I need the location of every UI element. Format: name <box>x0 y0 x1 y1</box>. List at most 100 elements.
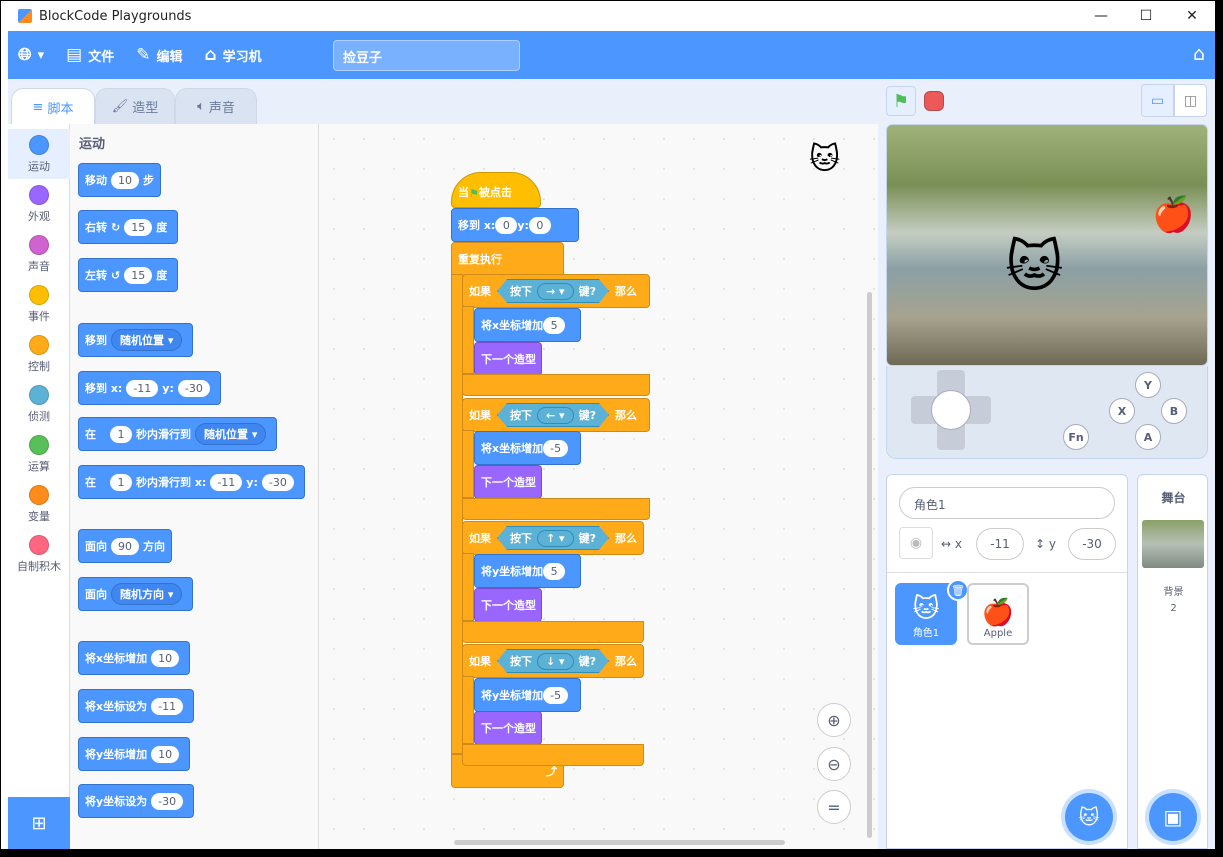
maximize-button[interactable]: ☐ <box>1123 1 1169 31</box>
key-dropdown[interactable]: → ▾ <box>537 283 574 300</box>
sprite-card-apple[interactable]: 🍎 Apple <box>967 583 1029 645</box>
gamepad-a-button[interactable]: A <box>1135 424 1161 450</box>
tab-code[interactable]: ≡ 脚本 <box>11 88 95 125</box>
block-input[interactable]: 15 <box>124 218 153 236</box>
minimize-button[interactable]: — <box>1078 1 1124 31</box>
block-if[interactable]: 如果 按下 ← ▾ 键? 那么 <box>462 398 650 432</box>
key-dropdown[interactable]: ← ▾ <box>537 407 574 424</box>
category-myblocks[interactable]: 自制积木 <box>8 529 70 579</box>
file-menu[interactable]: ▤ 文件 <box>66 45 114 65</box>
add-backdrop-button[interactable]: ▣ <box>1149 793 1197 841</box>
sprite-y-input[interactable]: -30 <box>1068 528 1116 560</box>
zoom-in-button[interactable]: ⊕ <box>817 703 851 737</box>
block-next-costume[interactable]: 下一个造型 <box>474 342 542 376</box>
hat-when-flag-clicked[interactable]: 当 ⚑ 被点击 <box>451 172 541 208</box>
key-pressed-sensor[interactable]: 按下 ↑ ▾ 键? <box>497 526 609 550</box>
key-pressed-sensor[interactable]: 按下 ↓ ▾ 键? <box>497 649 609 673</box>
category-sound[interactable]: 声音 <box>8 229 70 279</box>
block-input[interactable]: -30 <box>151 792 184 810</box>
large-stage-button[interactable]: ◫ <box>1174 84 1207 117</box>
stop-button[interactable] <box>924 91 944 111</box>
zoom-reset-button[interactable]: = <box>817 790 851 824</box>
block-point-direction[interactable]: 面向 90 方向 <box>78 529 172 563</box>
gamepad-fn-button[interactable]: Fn <box>1063 424 1089 450</box>
learn-menu[interactable]: ⌂ 学习机 <box>204 45 261 65</box>
block-input[interactable]: -5 <box>543 439 569 457</box>
zoom-out-button[interactable]: ⊖ <box>817 747 851 781</box>
edit-menu[interactable]: ✎ 编辑 <box>136 45 182 65</box>
block-input[interactable]: 5 <box>543 316 566 334</box>
gamepad-y-button[interactable]: Y <box>1135 372 1161 398</box>
block-change-y[interactable]: 将y坐标增加 10 <box>78 737 191 771</box>
block-input[interactable]: 1 <box>110 473 132 491</box>
block-input[interactable]: 0 <box>495 216 518 234</box>
block-if[interactable]: 如果 按下 → ▾ 键? 那么 <box>462 274 650 308</box>
block-change-x[interactable]: 将x坐标增加 10 <box>78 641 191 675</box>
workspace-vertical-scrollbar[interactable] <box>867 292 872 838</box>
category-operators[interactable]: 运算 <box>8 429 70 479</box>
add-extension-button[interactable]: ⊞ <box>8 797 70 849</box>
visibility-toggle[interactable]: ◉ <box>899 527 933 559</box>
block-input[interactable]: 10 <box>111 171 139 189</box>
tab-costumes[interactable]: 🖌︎ 造型 <box>95 88 175 124</box>
block-dropdown[interactable]: 随机方向 ▾ <box>111 583 183 605</box>
block-turn-right[interactable]: 右转 ↻ 15 度 <box>78 210 179 244</box>
block-glide[interactable]: 在 1 秒内滑行到 随机位置 ▾ <box>78 417 278 451</box>
block-goto-xy[interactable]: 移到 x: -11 y: -30 <box>78 371 221 405</box>
key-dropdown[interactable]: ↑ ▾ <box>537 530 574 547</box>
block-input[interactable]: -30 <box>261 473 294 491</box>
category-control[interactable]: 控制 <box>8 329 70 379</box>
block-input[interactable]: -30 <box>177 379 210 397</box>
block-if[interactable]: 如果 按下 ↑ ▾ 键? 那么 <box>462 521 644 555</box>
block-set-y[interactable]: 将y坐标设为 -30 <box>78 784 195 818</box>
block-dropdown[interactable]: 随机位置 ▾ <box>111 329 183 351</box>
block-input[interactable]: 1 <box>110 425 132 443</box>
block-input[interactable]: -5 <box>543 686 569 704</box>
stage-canvas[interactable]: 🍎 🐱 <box>886 124 1208 366</box>
sprite-card-cat[interactable]: 🐱 角色1 🗑︎ <box>895 579 969 645</box>
category-variables[interactable]: 变量 <box>8 479 70 529</box>
joystick[interactable] <box>931 390 971 430</box>
block-change-y[interactable]: 将y坐标增加 -5 <box>474 678 581 712</box>
block-if[interactable]: 如果 按下 ↓ ▾ 键? 那么 <box>462 644 644 678</box>
sprite-name-input[interactable]: 角色1 <box>899 487 1115 519</box>
language-menu[interactable]: 🌐︎ ▾ <box>18 45 44 65</box>
category-sensing[interactable]: 侦测 <box>8 379 70 429</box>
key-dropdown[interactable]: ↓ ▾ <box>537 653 574 670</box>
block-point-towards[interactable]: 面向 随机方向 ▾ <box>78 577 194 611</box>
gamepad-b-button[interactable]: B <box>1161 398 1187 424</box>
block-turn-left[interactable]: 左转 ↺ 15 度 <box>78 258 179 292</box>
key-pressed-sensor[interactable]: 按下 ← ▾ 键? <box>497 403 609 427</box>
block-next-costume[interactable]: 下一个造型 <box>474 465 542 499</box>
block-set-x[interactable]: 将x坐标设为 -11 <box>78 689 195 723</box>
block-input[interactable]: 10 <box>151 745 180 763</box>
cat-sprite[interactable]: 🐱 <box>1005 235 1063 300</box>
block-goto-xy[interactable]: 移到 x: 0 y: 0 <box>451 208 579 242</box>
block-change-y[interactable]: 将y坐标增加 5 <box>474 554 581 588</box>
block-input[interactable]: -11 <box>151 697 184 715</box>
project-title-input[interactable]: 捡豆子 <box>333 40 520 71</box>
block-input[interactable]: 15 <box>124 266 153 284</box>
block-forever[interactable]: 重复执行 <box>451 242 564 276</box>
block-next-costume[interactable]: 下一个造型 <box>474 588 542 622</box>
block-input[interactable]: 5 <box>543 562 566 580</box>
gamepad-x-button[interactable]: X <box>1109 398 1135 424</box>
category-motion[interactable]: 运动 <box>8 129 70 179</box>
green-flag-button[interactable]: ⚑ <box>886 86 916 116</box>
close-button[interactable]: ✕ <box>1169 1 1215 31</box>
block-move-steps[interactable]: 移动 10 步 <box>78 163 161 197</box>
script-workspace[interactable]: 🐱 当 ⚑ 被点击 移到 x: 0 y: 0 重复执行 ⤴ 如果 按下 → ▾ 键? 那么 将x坐… <box>319 124 878 849</box>
add-sprite-button[interactable]: 🐱︎ <box>1065 793 1113 841</box>
key-pressed-sensor[interactable]: 按下 → ▾ 键? <box>497 279 609 303</box>
block-next-costume[interactable]: 下一个造型 <box>474 711 542 745</box>
block-input[interactable]: 10 <box>151 649 180 667</box>
home-icon[interactable]: ⌂ <box>1193 43 1205 65</box>
block-glide-xy[interactable]: 在 1 秒内滑行到 x: -11 y: -30 <box>78 465 305 499</box>
small-stage-button[interactable]: ▭ <box>1141 84 1174 117</box>
block-input[interactable]: 90 <box>111 537 139 555</box>
tab-sounds[interactable]: 🔈︎ 声音 <box>175 88 257 124</box>
category-looks[interactable]: 外观 <box>8 179 70 229</box>
block-input[interactable]: -11 <box>210 473 243 491</box>
category-events[interactable]: 事件 <box>8 279 70 329</box>
stage-selector[interactable]: 舞台 背景 2 ▣ <box>1137 474 1208 849</box>
